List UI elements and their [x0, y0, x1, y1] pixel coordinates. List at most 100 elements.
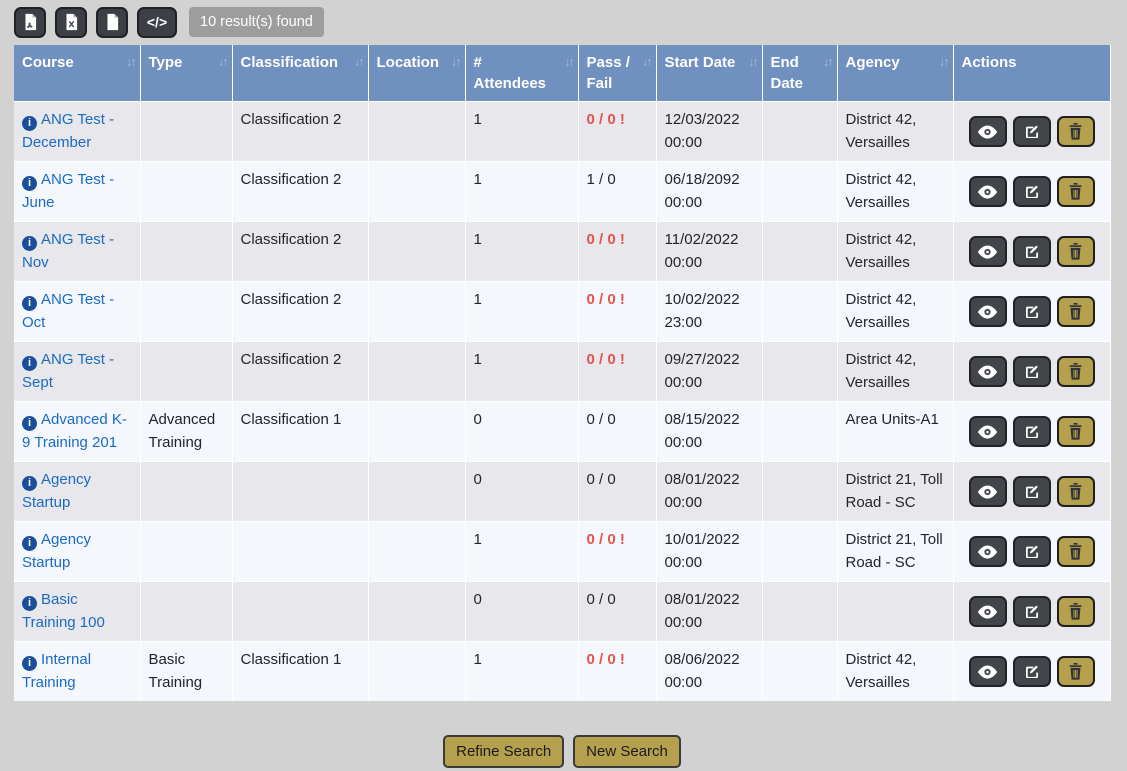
table-row: iInternal TrainingBasic TrainingClassifi… [14, 642, 1110, 702]
sort-icon[interactable]: ↓↑ [748, 54, 757, 72]
edit-button[interactable] [1013, 536, 1051, 567]
table-row: iANG Test - OctClassification 210 / 0 !1… [14, 282, 1110, 342]
cell-actions [953, 222, 1110, 282]
sort-icon[interactable]: ↓↑ [939, 54, 948, 72]
info-icon[interactable]: i [22, 176, 37, 191]
export-toolbar: </> 10 result(s) found [14, 6, 1110, 38]
delete-button[interactable] [1057, 596, 1095, 627]
file-pdf-icon [23, 13, 38, 31]
cell-location [368, 462, 465, 522]
delete-button[interactable] [1057, 236, 1095, 267]
info-icon[interactable]: i [22, 536, 37, 551]
trash-icon [1068, 543, 1083, 560]
delete-button[interactable] [1057, 536, 1095, 567]
view-button[interactable] [969, 176, 1007, 207]
column-header-end-date[interactable]: End Date ↓↑ [762, 45, 837, 102]
page: </>10 result(s) found Course↓↑Type↓↑Clas… [0, 0, 1127, 768]
info-icon[interactable]: i [22, 596, 37, 611]
delete-button[interactable] [1057, 116, 1095, 147]
cell-location [368, 162, 465, 222]
view-button[interactable] [969, 476, 1007, 507]
export-pdf-button[interactable] [14, 7, 46, 38]
edit-button[interactable] [1013, 176, 1051, 207]
view-button[interactable] [969, 656, 1007, 687]
export-code-button[interactable]: </> [137, 7, 177, 38]
cell-attendees: 1 [465, 162, 578, 222]
new-search-button[interactable]: New Search [573, 735, 681, 768]
export-file-button[interactable] [96, 7, 128, 38]
info-icon[interactable]: i [22, 416, 37, 431]
cell-start-date: 09/27/2022 00:00 [656, 342, 762, 402]
info-icon[interactable]: i [22, 476, 37, 491]
cell-course: iAdvanced K-9 Training 201 [14, 402, 140, 462]
sort-icon[interactable]: ↓↑ [354, 54, 363, 72]
edit-button[interactable] [1013, 416, 1051, 447]
table-row: iANG Test - JuneClassification 211 / 006… [14, 162, 1110, 222]
view-button[interactable] [969, 416, 1007, 447]
cell-classification: Classification 2 [232, 102, 368, 162]
sort-icon[interactable]: ↓↑ [451, 54, 460, 72]
course-link[interactable]: ANG Test - Nov [22, 231, 114, 271]
edit-button[interactable] [1013, 476, 1051, 507]
info-icon[interactable]: i [22, 296, 37, 311]
delete-button[interactable] [1057, 356, 1095, 387]
info-icon[interactable]: i [22, 356, 37, 371]
view-button[interactable] [969, 236, 1007, 267]
column-header-classification[interactable]: Classification↓↑ [232, 45, 368, 102]
course-link[interactable]: ANG Test - December [22, 111, 114, 151]
view-button[interactable] [969, 536, 1007, 567]
course-link[interactable]: ANG Test - June [22, 171, 114, 211]
cell-end-date [762, 462, 837, 522]
info-icon[interactable]: i [22, 656, 37, 671]
view-button[interactable] [969, 356, 1007, 387]
delete-button[interactable] [1057, 416, 1095, 447]
search-footer: Refine Search New Search [14, 735, 1110, 768]
edit-icon [1024, 424, 1040, 440]
view-button[interactable] [969, 116, 1007, 147]
sort-icon[interactable]: ↓↑ [564, 54, 573, 72]
column-header-agency[interactable]: Agency↓↑ [837, 45, 953, 102]
sort-icon[interactable]: ↓↑ [642, 54, 651, 72]
sort-icon[interactable]: ↓↑ [218, 54, 227, 72]
cell-type: Basic Training [140, 642, 232, 702]
row-actions [962, 176, 1102, 207]
delete-button[interactable] [1057, 296, 1095, 327]
edit-button[interactable] [1013, 656, 1051, 687]
edit-button[interactable] [1013, 596, 1051, 627]
cell-agency: District 42, Versailles [837, 102, 953, 162]
course-link[interactable]: ANG Test - Sept [22, 351, 114, 391]
refine-search-button[interactable]: Refine Search [443, 735, 564, 768]
column-header-location[interactable]: Location↓↑ [368, 45, 465, 102]
course-link[interactable]: Advanced K-9 Training 201 [22, 411, 127, 451]
sort-icon[interactable]: ↓↑ [823, 54, 832, 72]
info-icon[interactable]: i [22, 236, 37, 251]
edit-button[interactable] [1013, 236, 1051, 267]
column-label: End Date [771, 54, 804, 92]
cell-actions [953, 402, 1110, 462]
delete-button[interactable] [1057, 656, 1095, 687]
cell-classification: Classification 2 [232, 222, 368, 282]
view-button[interactable] [969, 596, 1007, 627]
column-header-start-date[interactable]: Start Date↓↑ [656, 45, 762, 102]
column-header-attendees[interactable]: # Attendees↓↑ [465, 45, 578, 102]
delete-button[interactable] [1057, 476, 1095, 507]
sort-icon[interactable]: ↓↑ [126, 54, 135, 72]
column-label: Type [149, 54, 183, 71]
edit-button[interactable] [1013, 296, 1051, 327]
cell-end-date [762, 162, 837, 222]
course-link[interactable]: ANG Test - Oct [22, 291, 114, 331]
cell-location [368, 522, 465, 582]
edit-button[interactable] [1013, 356, 1051, 387]
column-header-course[interactable]: Course↓↑ [14, 45, 140, 102]
delete-button[interactable] [1057, 176, 1095, 207]
column-header-type[interactable]: Type ↓↑ [140, 45, 232, 102]
view-button[interactable] [969, 296, 1007, 327]
edit-icon [1024, 484, 1040, 500]
edit-icon [1024, 184, 1040, 200]
edit-button[interactable] [1013, 116, 1051, 147]
info-icon[interactable]: i [22, 116, 37, 131]
column-header-pass-fail[interactable]: Pass / Fail↓↑ [578, 45, 656, 102]
results-count-badge: 10 result(s) found [189, 7, 324, 38]
trash-icon [1068, 483, 1083, 500]
export-excel-button[interactable] [55, 7, 87, 38]
